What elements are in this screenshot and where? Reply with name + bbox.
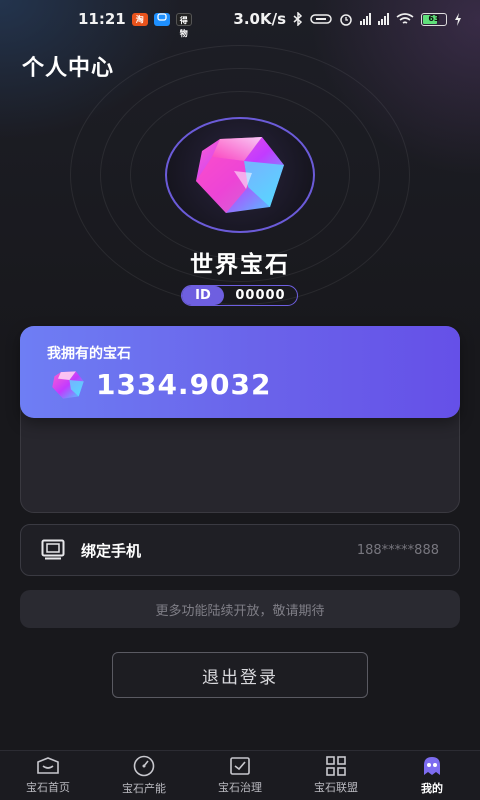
- logout-button[interactable]: 退出登录: [112, 652, 368, 698]
- tab-gem-governance[interactable]: 宝石治理: [192, 751, 288, 800]
- taobao-app-icon: 淘: [131, 12, 148, 26]
- gem-amount: 1334.9032: [96, 368, 272, 401]
- user-name: 世界宝石: [190, 252, 290, 278]
- bind-phone-row[interactable]: 绑定手机 188*****888: [20, 524, 460, 576]
- page-title: 个人中心: [22, 56, 115, 81]
- grid-icon: [326, 756, 346, 776]
- avatar[interactable]: [165, 117, 315, 233]
- robot-icon: [424, 757, 440, 775]
- gauge-icon: [133, 755, 155, 777]
- bluetooth-icon: [293, 12, 303, 26]
- status-right: 3.0K/s 63: [233, 10, 462, 28]
- bottom-tab-bar: 宝石首页 宝石产能 宝石治理 宝石联盟 我的: [0, 750, 480, 800]
- bind-phone-value: 188*****888: [356, 542, 439, 558]
- gem-icon: [196, 137, 284, 213]
- home-icon: [37, 757, 59, 774]
- tab-label: 宝石治理: [218, 781, 262, 794]
- signal-icon: [360, 13, 371, 25]
- link-icon: [310, 14, 332, 24]
- tab-gem-alliance[interactable]: 宝石联盟: [288, 751, 384, 800]
- id-label: ID: [182, 286, 224, 305]
- alarm-icon: [340, 14, 352, 26]
- gem-card-label: 我拥有的宝石: [47, 346, 131, 362]
- tab-gem-capacity[interactable]: 宝石产能: [96, 751, 192, 800]
- gem-balance-card[interactable]: 我拥有的宝石 1334.9032: [20, 326, 460, 418]
- dewu-app-icon: 得物: [175, 12, 192, 38]
- gem-icon: [52, 370, 84, 399]
- tab-gem-home[interactable]: 宝石首页: [0, 751, 96, 800]
- signal-icon-2: [378, 13, 389, 25]
- gem-amount-row: 1334.9032: [50, 368, 272, 401]
- phone-icon: [41, 539, 65, 560]
- wifi-icon: [396, 12, 414, 24]
- tab-label: 我的: [421, 782, 443, 795]
- user-id-badge: ID 00000: [181, 285, 298, 306]
- status-time: 11:21: [78, 10, 126, 28]
- id-value: 00000: [235, 288, 286, 303]
- bind-phone-label: 绑定手机: [81, 541, 142, 560]
- battery-level: 63: [428, 13, 440, 23]
- check-icon: [230, 757, 250, 775]
- status-left: 11:21 淘 得物: [78, 10, 192, 38]
- coming-soon-notice: 更多功能陆续开放，敬请期待: [20, 590, 460, 628]
- tab-label: 宝石首页: [26, 781, 70, 794]
- chat-app-icon: [153, 12, 170, 26]
- tab-label: 宝石联盟: [314, 781, 358, 794]
- network-speed: 3.0K/s: [233, 10, 286, 28]
- battery-icon: 63: [421, 12, 447, 26]
- tab-label: 宝石产能: [122, 782, 166, 795]
- charging-icon: [455, 12, 461, 26]
- status-bar: 11:21 淘 得物 3.0K/s 63: [0, 0, 480, 38]
- tab-mine[interactable]: 我的: [384, 751, 480, 800]
